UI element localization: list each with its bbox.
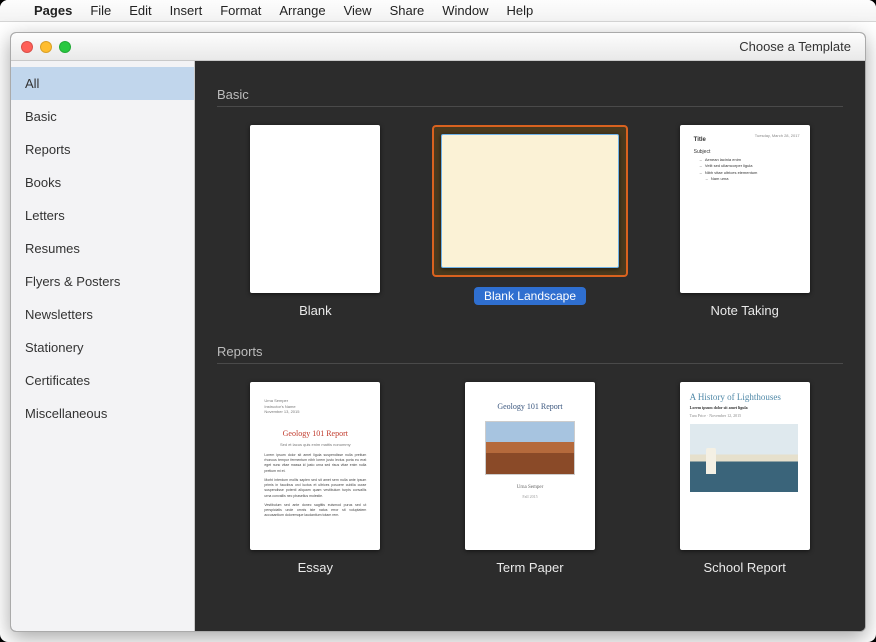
sidebar-item-label: Letters bbox=[25, 208, 65, 223]
sidebar-item-label: Miscellaneous bbox=[25, 406, 107, 421]
traffic-lights bbox=[21, 41, 71, 53]
template-essay[interactable]: Urna Semper Instructor's Name November 1… bbox=[217, 382, 414, 575]
thumb-title: Geology 101 Report bbox=[477, 402, 583, 411]
sidebar-item-label: Books bbox=[25, 175, 61, 190]
menubar-item-format[interactable]: Format bbox=[220, 3, 261, 18]
template-caption: Blank Landscape bbox=[474, 287, 586, 305]
thumb-bodytext: Lorem ipsum dolor sit amet ligula suspen… bbox=[264, 453, 366, 474]
sidebar-item-label: Reports bbox=[25, 142, 71, 157]
section-header-reports: Reports bbox=[217, 344, 843, 359]
template-thumbnail: A History of Lighthouses Lorem ipsum dol… bbox=[680, 382, 810, 550]
template-grid-area: Basic Blank Blank Landscape Tu bbox=[195, 61, 865, 631]
sidebar-item-label: Newsletters bbox=[25, 307, 93, 322]
template-caption: Essay bbox=[298, 560, 333, 575]
window-title: Choose a Template bbox=[739, 39, 851, 54]
menubar-item-window[interactable]: Window bbox=[442, 3, 488, 18]
thumb-date: Tuesday, March 28, 2017 bbox=[755, 133, 800, 138]
divider bbox=[217, 363, 843, 364]
thumb-bodytext: Vestibulum sed ante donec sagittis euism… bbox=[264, 503, 366, 519]
thumb-image bbox=[485, 421, 575, 475]
template-grid-reports: Urna Semper Instructor's Name November 1… bbox=[217, 382, 843, 575]
sidebar-item-newsletters[interactable]: Newsletters bbox=[11, 298, 194, 331]
menubar-item-file[interactable]: File bbox=[90, 3, 111, 18]
template-blank-landscape[interactable]: Blank Landscape bbox=[432, 125, 629, 318]
template-blank[interactable]: Blank bbox=[217, 125, 414, 318]
menubar-item-insert[interactable]: Insert bbox=[170, 3, 203, 18]
sidebar-item-miscellaneous[interactable]: Miscellaneous bbox=[11, 397, 194, 430]
sidebar-item-stationery[interactable]: Stationery bbox=[11, 331, 194, 364]
thumb-subtitle: Lorem ipsum dolor sit amet ligula bbox=[690, 405, 800, 410]
sidebar-item-label: Resumes bbox=[25, 241, 80, 256]
template-chooser-window: Choose a Template All Basic Reports Book… bbox=[10, 32, 866, 632]
template-caption: Term Paper bbox=[496, 560, 563, 575]
thumb-image bbox=[690, 424, 798, 492]
template-school-report[interactable]: A History of Lighthouses Lorem ipsum dol… bbox=[646, 382, 843, 575]
sidebar-item-label: All bbox=[25, 76, 39, 91]
template-thumbnail: Tuesday, March 28, 2017 Title Subject Ae… bbox=[680, 125, 810, 293]
menubar-item-share[interactable]: Share bbox=[390, 3, 425, 18]
sidebar-item-resumes[interactable]: Resumes bbox=[11, 232, 194, 265]
template-term-paper[interactable]: Geology 101 Report Urna Semper Fall 2015… bbox=[432, 382, 629, 575]
template-thumbnail: Geology 101 Report Urna Semper Fall 2015 bbox=[465, 382, 595, 550]
menubar-item-help[interactable]: Help bbox=[507, 3, 534, 18]
sidebar-item-basic[interactable]: Basic bbox=[11, 100, 194, 133]
thumb-subtitle: Sed et lacus quis enim mattis nonummy bbox=[264, 442, 366, 447]
thumb-bodytext: Morbi interdum mollis sapien sed sit ame… bbox=[264, 478, 366, 499]
sidebar-item-label: Certificates bbox=[25, 373, 90, 388]
menubar-item-arrange[interactable]: Arrange bbox=[279, 3, 325, 18]
template-caption: Note Taking bbox=[710, 303, 778, 318]
sidebar-item-all[interactable]: All bbox=[11, 67, 194, 100]
sidebar-item-books[interactable]: Books bbox=[11, 166, 194, 199]
template-thumbnail: Urna Semper Instructor's Name November 1… bbox=[250, 382, 380, 550]
sidebar-item-letters[interactable]: Letters bbox=[11, 199, 194, 232]
thumb-title: Geology 101 Report bbox=[264, 429, 366, 438]
sidebar-item-label: Flyers & Posters bbox=[25, 274, 120, 289]
template-caption: Blank bbox=[299, 303, 332, 318]
macos-menubar: Pages File Edit Insert Format Arrange Vi… bbox=[0, 0, 876, 22]
menubar-item-edit[interactable]: Edit bbox=[129, 3, 151, 18]
sidebar-item-flyers[interactable]: Flyers & Posters bbox=[11, 265, 194, 298]
thumb-author: Urna Semper bbox=[477, 485, 583, 490]
minimize-window-button[interactable] bbox=[40, 41, 52, 53]
window-titlebar: Choose a Template bbox=[11, 33, 865, 61]
thumb-byline: Tara Price · November 12, 2015 bbox=[690, 413, 800, 418]
section-header-basic: Basic bbox=[217, 87, 843, 102]
template-thumbnail bbox=[250, 125, 380, 293]
thumb-title: A History of Lighthouses bbox=[690, 392, 800, 402]
template-thumbnail bbox=[441, 134, 619, 268]
thumb-bullet: Nam urna bbox=[700, 176, 796, 182]
sidebar-item-label: Basic bbox=[25, 109, 57, 124]
template-category-sidebar: All Basic Reports Books Letters Resumes … bbox=[11, 61, 195, 631]
template-caption: School Report bbox=[703, 560, 785, 575]
divider bbox=[217, 106, 843, 107]
sidebar-item-label: Stationery bbox=[25, 340, 84, 355]
thumb-subject: Subject bbox=[694, 149, 796, 155]
sidebar-item-certificates[interactable]: Certificates bbox=[11, 364, 194, 397]
zoom-window-button[interactable] bbox=[59, 41, 71, 53]
menubar-app-name[interactable]: Pages bbox=[34, 3, 72, 18]
template-grid-basic: Blank Blank Landscape Tuesday, March 28,… bbox=[217, 125, 843, 318]
menubar-item-view[interactable]: View bbox=[344, 3, 372, 18]
close-window-button[interactable] bbox=[21, 41, 33, 53]
thumb-meta: November 13, 2015 bbox=[264, 409, 366, 415]
template-note-taking[interactable]: Tuesday, March 28, 2017 Title Subject Ae… bbox=[646, 125, 843, 318]
thumb-date: Fall 2015 bbox=[477, 494, 583, 499]
sidebar-item-reports[interactable]: Reports bbox=[11, 133, 194, 166]
